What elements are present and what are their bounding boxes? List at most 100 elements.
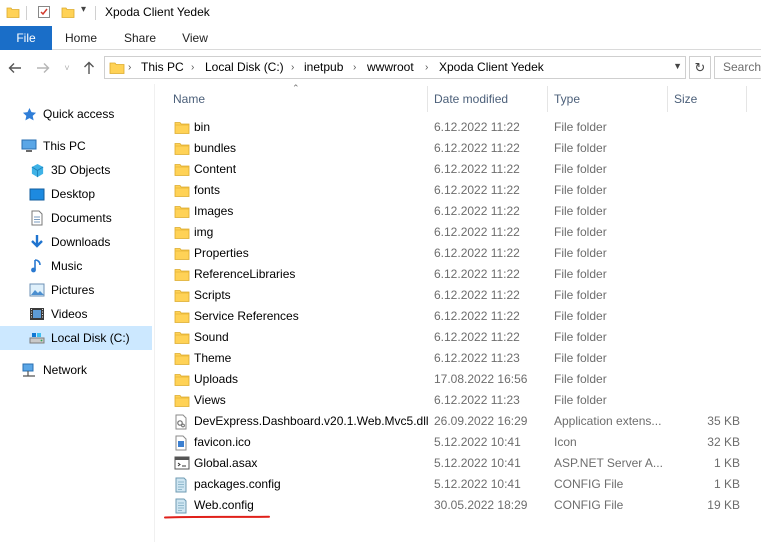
column-header-name[interactable]: Name — [173, 84, 205, 114]
file-size — [672, 222, 740, 243]
file-name: Theme — [194, 351, 232, 365]
file-row[interactable]: bundles 6.12.2022 11:22 File folder — [166, 138, 756, 159]
recent-locations-button[interactable]: ˅ — [58, 59, 76, 77]
new-folder-icon[interactable] — [61, 5, 75, 22]
breadcrumb-separator-icon[interactable]: › — [353, 57, 356, 78]
breadcrumb-inetpub[interactable]: inetpub — [304, 57, 343, 78]
file-row[interactable]: Web.config 30.05.2022 18:29 CONFIG File 19 … — [166, 495, 756, 516]
file-row[interactable]: Sound 6.12.2022 11:22 File folder — [166, 327, 756, 348]
breadcrumb-separator-icon[interactable]: › — [191, 57, 194, 78]
file-row[interactable]: bin 6.12.2022 11:22 File folder — [166, 117, 756, 138]
column-separator[interactable] — [667, 86, 668, 112]
folder-icon — [174, 351, 190, 366]
column-separator[interactable] — [746, 86, 747, 112]
file-name: favicon.ico — [194, 435, 251, 449]
file-row[interactable]: ReferenceLibraries 6.12.2022 11:22 File fo… — [166, 264, 756, 285]
nav-label: Documents — [51, 211, 112, 225]
file-date-modified: 6.12.2022 11:22 — [434, 204, 520, 218]
column-header-type[interactable]: Type — [554, 84, 580, 114]
file-size — [672, 159, 740, 180]
nav-music[interactable]: Music — [0, 254, 152, 278]
nav-this-pc[interactable]: This PC — [0, 134, 152, 158]
nav-quick-access[interactable]: Quick access — [0, 102, 152, 126]
file-size: 35 KB — [707, 414, 740, 428]
file-size — [672, 327, 740, 348]
file-row[interactable]: fonts 6.12.2022 11:22 File folder — [166, 180, 756, 201]
file-row[interactable]: Scripts 6.12.2022 11:22 File folder — [166, 285, 756, 306]
breadcrumb-separator-icon[interactable]: › — [128, 57, 131, 78]
file-name: Global.asax — [194, 456, 258, 470]
nav-documents[interactable]: Documents — [0, 206, 152, 230]
drive-icon — [28, 329, 46, 347]
file-row[interactable]: Uploads 17.08.2022 16:56 File folder — [166, 369, 756, 390]
file-type: File folder — [554, 288, 607, 302]
tab-file[interactable]: File — [0, 26, 52, 50]
ribbon: File Home Share View — [0, 26, 761, 50]
file-row[interactable]: Service References 6.12.2022 11:22 File fo… — [166, 306, 756, 327]
nav-local-disk[interactable]: Local Disk (C:) — [0, 326, 152, 350]
nav-downloads[interactable]: Downloads — [0, 230, 152, 254]
file-row[interactable]: img 6.12.2022 11:22 File folder — [166, 222, 756, 243]
search-input[interactable]: Search Xpoda Client Yedek — [714, 56, 761, 79]
forward-button[interactable] — [34, 59, 52, 77]
file-row[interactable]: Properties 6.12.2022 11:22 File folder — [166, 243, 756, 264]
nav-videos[interactable]: Videos — [0, 302, 152, 326]
file-row[interactable]: Content 6.12.2022 11:22 File folder — [166, 159, 756, 180]
back-button[interactable] — [6, 59, 24, 77]
file-type: ASP.NET Server A... — [554, 456, 663, 470]
folder-icon — [174, 141, 190, 156]
file-type: File folder — [554, 351, 607, 365]
file-row[interactable]: favicon.ico 5.12.2022 10:41 Icon 32 KB — [166, 432, 756, 453]
properties-icon[interactable] — [37, 5, 51, 22]
file-name: Content — [194, 162, 237, 176]
file-row[interactable]: Theme 6.12.2022 11:23 File folder — [166, 348, 756, 369]
file-date-modified: 6.12.2022 11:22 — [434, 162, 520, 176]
breadcrumb-wwwroot[interactable]: wwwroot — [367, 57, 414, 78]
breadcrumb-local-disk[interactable]: Local Disk (C:) — [205, 57, 284, 78]
pane-divider[interactable] — [154, 84, 155, 542]
folder-icon — [174, 393, 190, 408]
breadcrumb-current-folder[interactable]: Xpoda Client Yedek — [439, 57, 544, 78]
customize-quick-access-icon[interactable]: ▾ — [81, 4, 86, 15]
breadcrumb-this-pc[interactable]: This PC — [141, 57, 184, 78]
tab-view[interactable]: View — [172, 26, 218, 50]
column-separator[interactable] — [547, 86, 548, 112]
nav-desktop[interactable]: Desktop — [0, 182, 152, 206]
breadcrumb-separator-icon[interactable]: › — [425, 57, 428, 78]
file-type: File folder — [554, 330, 607, 344]
file-row[interactable]: Images 6.12.2022 11:22 File folder — [166, 201, 756, 222]
nav-pictures[interactable]: Pictures — [0, 278, 152, 302]
file-type: File folder — [554, 204, 607, 218]
file-row[interactable]: DevExpress.Dashboard.v20.1.Web.Mvc5.dll 2… — [166, 411, 756, 432]
file-row[interactable]: Global.asax 5.12.2022 10:41 ASP.NET Server… — [166, 453, 756, 474]
tab-home[interactable]: Home — [56, 26, 106, 50]
column-header-date-modified[interactable]: Date modified — [434, 84, 508, 114]
file-date-modified: 6.12.2022 11:22 — [434, 225, 520, 239]
file-name: Sound — [194, 330, 229, 344]
title-bar: ▾ Xpoda Client Yedek — [0, 0, 761, 26]
file-row[interactable]: packages.config 5.12.2022 10:41 CONFIG Fil… — [166, 474, 756, 495]
file-row[interactable]: Views 6.12.2022 11:23 File folder — [166, 390, 756, 411]
folder-icon — [174, 246, 190, 261]
file-name: img — [194, 225, 214, 239]
column-header-size[interactable]: Size — [674, 84, 697, 114]
file-name: Web.config — [194, 498, 254, 512]
breadcrumb-separator-icon[interactable]: › — [291, 57, 294, 78]
nav-3d-objects[interactable]: 3D Objects — [0, 158, 152, 182]
tab-share[interactable]: Share — [115, 26, 165, 50]
up-arrow-icon — [84, 61, 94, 74]
file-name: DevExpress.Dashboard.v20.1.Web.Mvc5.dll — [194, 414, 429, 428]
address-bar[interactable]: › This PC › Local Disk (C:) › inetpub › … — [104, 56, 686, 79]
music-note-icon — [28, 257, 46, 275]
nav-label: Local Disk (C:) — [51, 331, 130, 345]
folder-icon — [174, 120, 190, 135]
column-separator[interactable] — [427, 86, 428, 112]
star-icon — [20, 105, 38, 123]
file-size: 1 KB — [713, 477, 740, 491]
nav-network[interactable]: Network — [0, 358, 152, 382]
refresh-button[interactable]: ↻ — [689, 56, 711, 79]
chevron-down-icon[interactable]: ▼ — [673, 61, 682, 71]
file-date-modified: 30.05.2022 18:29 — [434, 498, 528, 512]
file-type: CONFIG File — [554, 477, 624, 491]
up-button[interactable] — [80, 59, 98, 77]
